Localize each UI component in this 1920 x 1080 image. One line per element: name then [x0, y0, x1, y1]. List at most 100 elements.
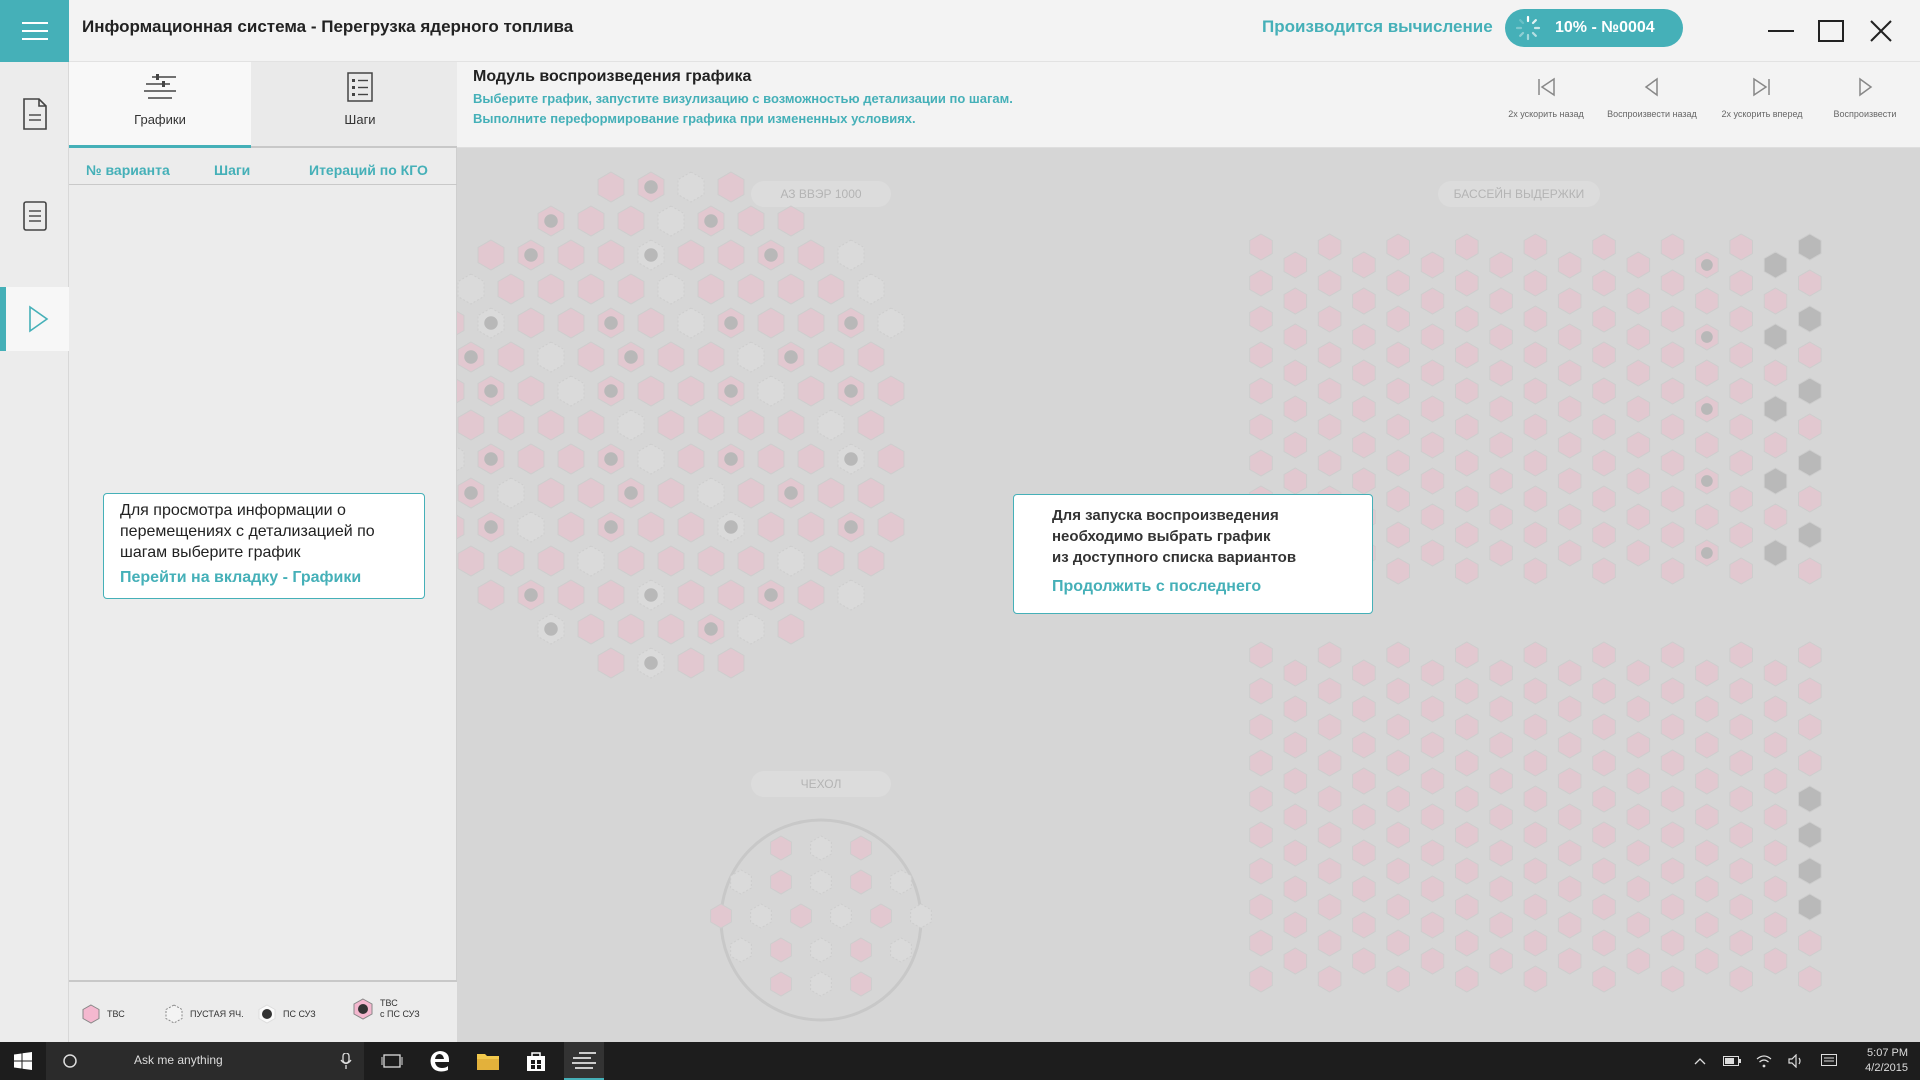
- fuel-cell: [577, 545, 605, 577]
- fuel-cell: [1523, 821, 1548, 849]
- fuel-cell: [1626, 323, 1651, 351]
- nav-list-button[interactable]: [0, 184, 69, 248]
- reactor-core-grid: [457, 171, 905, 679]
- hamburger-menu-button[interactable]: [0, 0, 69, 62]
- fuel-cell: [1557, 767, 1582, 795]
- go-to-charts-link[interactable]: Перейти на вкладку - Графики: [120, 569, 408, 587]
- fuel-cell: [710, 903, 732, 929]
- fuel-cell: [637, 511, 665, 543]
- fuel-cell: [1455, 749, 1479, 777]
- fuel-cell: [1386, 965, 1410, 993]
- fuel-cell: [1249, 713, 1273, 741]
- clock[interactable]: 5:07 PM 4/2/2015: [1865, 1046, 1908, 1076]
- volume-button[interactable]: [1782, 1042, 1810, 1080]
- minimize-button[interactable]: [1760, 10, 1802, 52]
- battery-button[interactable]: [1718, 1042, 1746, 1080]
- fuel-cell: [1798, 821, 1822, 849]
- fuel-cell: [1249, 233, 1273, 261]
- fuel-cell: [1557, 659, 1582, 687]
- fuel-cell: [1352, 695, 1376, 723]
- fuel-cell: [697, 477, 725, 509]
- fuel-cell: [1592, 557, 1616, 585]
- module-title: Модуль воспроизведения графика: [473, 68, 752, 85]
- edge-button[interactable]: [420, 1042, 460, 1080]
- store-button[interactable]: [516, 1042, 556, 1080]
- fuel-cell: [1763, 911, 1788, 939]
- tab-steps[interactable]: Шаги: [269, 62, 451, 148]
- window-title: Информационная система - Перегрузка ядер…: [82, 17, 574, 36]
- fuel-cell: [1455, 821, 1479, 849]
- column-steps[interactable]: Шаги: [214, 162, 250, 178]
- fuel-cell: [737, 341, 765, 373]
- fast-forward-button[interactable]: 2x ускорить вперед: [1707, 76, 1817, 119]
- show-hidden-icons-button[interactable]: [1686, 1042, 1714, 1080]
- fuel-cell: [1489, 659, 1513, 687]
- fuel-cell: [1660, 413, 1685, 441]
- skip-back-icon: [1538, 77, 1555, 97]
- fuel-cell: [1386, 929, 1410, 957]
- fuel-cell: [1557, 731, 1582, 759]
- play-button[interactable]: Воспроизвести: [1810, 76, 1920, 119]
- fuel-cell: [817, 273, 845, 305]
- fuel-cell: [1798, 677, 1822, 705]
- fuel-cell: [797, 239, 825, 271]
- fuel-cell: [617, 205, 645, 237]
- fuel-cell: [1660, 269, 1685, 297]
- control-rod: [764, 588, 778, 602]
- fuel-cell: [1557, 431, 1582, 459]
- fuel-cell: [777, 273, 805, 305]
- fuel-cell: [457, 446, 465, 472]
- fuel-cell: [657, 341, 685, 373]
- control-rod: [1701, 259, 1713, 271]
- tvs-hex-icon: [82, 1004, 100, 1024]
- fuel-cell: [697, 341, 725, 373]
- fuel-cell: [737, 273, 765, 305]
- fuel-cell: [1660, 641, 1685, 669]
- fuel-cell: [1386, 485, 1410, 513]
- left-hint-message: Для просмотра информации о перемещениях …: [120, 502, 375, 561]
- network-button[interactable]: [1750, 1042, 1778, 1080]
- fuel-cell: [1557, 503, 1582, 531]
- fuel-cell: [1729, 413, 1753, 441]
- action-center-button[interactable]: [1814, 1042, 1844, 1080]
- fast-rewind-button[interactable]: 2x ускорить назад: [1491, 76, 1601, 119]
- column-variant-number[interactable]: № варианта: [86, 162, 170, 178]
- task-view-button[interactable]: [372, 1042, 412, 1080]
- continue-from-last-link[interactable]: Продолжить с последнего: [1052, 578, 1334, 596]
- fuel-cell: [1695, 803, 1719, 831]
- fuel-cell: [1352, 767, 1376, 795]
- skip-forward-icon: [1753, 77, 1770, 97]
- fuel-cell: [1729, 713, 1753, 741]
- close-button[interactable]: [1860, 10, 1902, 52]
- nav-document-button[interactable]: [0, 82, 69, 146]
- fuel-cell: [1660, 713, 1685, 741]
- fuel-cell: [1489, 323, 1513, 351]
- fuel-cell: [1249, 641, 1273, 669]
- fuel-cell: [1352, 287, 1376, 315]
- tab-charts[interactable]: Графики: [69, 62, 251, 148]
- fuel-cell: [797, 375, 825, 407]
- fuel-cell: [1489, 539, 1513, 567]
- nav-playback-button[interactable]: [0, 287, 69, 351]
- maximize-button[interactable]: [1810, 10, 1852, 52]
- fuel-cell: [1660, 785, 1685, 813]
- start-button[interactable]: [0, 1042, 46, 1080]
- search-box[interactable]: Ask me anything: [46, 1042, 364, 1080]
- fuel-cell: [1283, 839, 1308, 867]
- fuel-cell: [1729, 449, 1753, 477]
- module-header: Модуль воспроизведения графика Выберите …: [457, 62, 1920, 148]
- app-taskbar-button[interactable]: [564, 1042, 604, 1080]
- fuel-cell: [1798, 485, 1822, 513]
- file-explorer-button[interactable]: [468, 1042, 508, 1080]
- control-rod: [1701, 475, 1713, 487]
- fuel-cell: [657, 613, 685, 645]
- column-iterations[interactable]: Итераций по КГО: [309, 162, 428, 178]
- control-rod: [724, 384, 738, 398]
- fuel-cell: [637, 443, 665, 475]
- fuel-cell: [770, 971, 792, 997]
- play-backward-button[interactable]: Воспроизвести назад: [1597, 76, 1707, 119]
- fuel-cell: [697, 409, 725, 441]
- fuel-cell: [1592, 641, 1616, 669]
- panel-tabs: Графики Шаги: [69, 62, 457, 148]
- fuel-cell: [777, 409, 805, 441]
